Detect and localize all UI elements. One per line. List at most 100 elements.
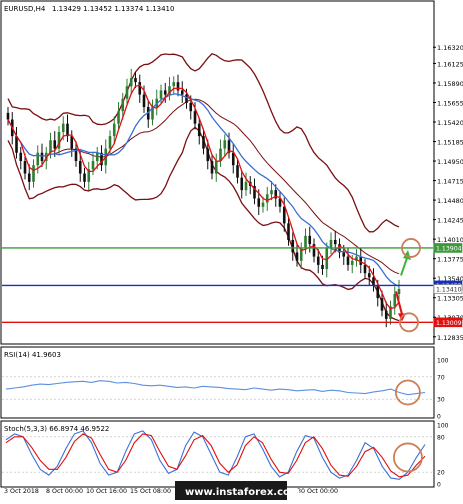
osc-tick-label: 20 <box>437 470 445 477</box>
candle-body <box>66 123 69 137</box>
candle-body <box>53 140 57 149</box>
candle-body <box>261 202 265 207</box>
y-tick-label: 1.14715 <box>437 178 463 186</box>
x-tick-label: 15 Oct 08:00 <box>130 488 171 495</box>
candle-body <box>40 152 44 162</box>
candle-body <box>308 235 312 245</box>
x-tick-label: 10 Oct 16:00 <box>86 488 127 495</box>
y-tick-label: 1.15890 <box>437 80 463 88</box>
candle-body <box>129 77 133 87</box>
y-tick-label: 1.15655 <box>437 99 463 107</box>
candle-body <box>265 194 269 203</box>
candle-body <box>257 198 261 207</box>
candle-body <box>117 111 120 124</box>
candle-body <box>210 161 214 174</box>
y-tick-label: 1.12835 <box>437 334 463 342</box>
candle-body <box>350 260 354 265</box>
candle-body <box>163 90 167 95</box>
candle-body <box>27 173 31 182</box>
candle-body <box>236 165 239 178</box>
candle-body <box>329 239 333 249</box>
y-tick-label: 1.13305 <box>437 295 463 303</box>
y-tick-label: 1.16125 <box>437 60 463 68</box>
x-tick-label: 30 Oct 00:00 <box>297 488 338 495</box>
y-tick-label: 1.14480 <box>437 197 463 205</box>
candle-body <box>206 148 210 162</box>
candle-body <box>23 161 27 174</box>
candle-body <box>295 252 299 261</box>
candle-body <box>15 136 18 153</box>
candle-body <box>333 239 337 245</box>
candle-body <box>214 161 218 174</box>
candle-body <box>197 123 201 137</box>
candle-body <box>78 161 82 174</box>
candle-body <box>321 264 324 270</box>
candle-body <box>121 98 125 112</box>
symbol-label: EURUSD,H4 <box>4 5 46 13</box>
osc-tick-label: 0 <box>437 482 441 489</box>
y-tick-label: 1.14010 <box>437 236 463 244</box>
y-tick-label: 1.14950 <box>437 158 463 166</box>
candle-body <box>304 235 307 249</box>
candle-body <box>202 136 205 149</box>
candle-body <box>172 82 176 87</box>
candle-body <box>61 123 65 132</box>
osc-tick-label: 80 <box>437 434 445 441</box>
y-tick-label: 1.13775 <box>437 256 463 264</box>
candle-body <box>189 102 193 112</box>
price-tag-label-support: 1.13009 <box>436 320 462 327</box>
candle-body <box>6 112 10 120</box>
candle-body <box>393 293 397 307</box>
candle-body <box>19 152 23 162</box>
candle-body <box>384 310 388 319</box>
candle-body <box>112 123 116 137</box>
x-tick-label: 3 Oct 2018 <box>4 488 39 495</box>
candle-body <box>397 288 401 294</box>
y-tick-label: 1.15420 <box>437 119 463 127</box>
candle-body <box>32 165 35 182</box>
candle-body <box>185 94 188 103</box>
candle-body <box>376 285 380 299</box>
candle-body <box>142 94 146 108</box>
osc-tick-label: 100 <box>437 358 449 365</box>
candle-body <box>291 239 295 253</box>
x-tick-label: 8 Oct 00:00 <box>46 488 83 495</box>
candle-body <box>176 82 180 91</box>
candle-body <box>91 161 95 170</box>
candle-body <box>70 136 74 149</box>
candle-body <box>287 223 290 240</box>
price-tag-label-resistance: 1.13904 <box>436 245 462 252</box>
candle-body <box>316 256 320 265</box>
candle-body <box>95 152 99 162</box>
candle-body <box>83 173 86 182</box>
osc-tick-label: 100 <box>437 423 449 430</box>
candle-body <box>342 252 346 257</box>
candle-body <box>159 90 163 99</box>
price-tag-label-last: 1.13410 <box>436 286 462 293</box>
candle-body <box>108 136 112 149</box>
candle-body <box>134 77 137 83</box>
stoch-title: Stoch(5,3,3) 66.8974 46.9522 <box>4 425 109 433</box>
candle-body <box>36 152 40 166</box>
chart-canvas: 1.16320 1.16125 1.15890 1.15655 1.15420 1.151… <box>0 0 463 500</box>
y-tick-label: 1.16320 <box>437 44 463 52</box>
candle-body <box>125 86 129 99</box>
candle-body <box>380 298 384 311</box>
watermark-text: www.instaforex.com <box>185 487 300 498</box>
chart-window: 1.16320 1.16125 1.15890 1.15655 1.15420 1.151… <box>0 0 463 500</box>
candle-body <box>223 140 227 149</box>
osc-tick-label: 30 <box>437 397 445 404</box>
candle-body <box>193 111 197 124</box>
ohlc-readout: 1.13429 1.13452 1.13374 1.13410 <box>52 5 174 13</box>
candle-body <box>372 277 375 286</box>
candle-body <box>244 181 248 191</box>
candle-body <box>367 273 371 278</box>
candle-body <box>231 152 235 166</box>
candle-body <box>180 90 184 95</box>
candle-body <box>240 177 244 191</box>
osc-tick-label: 0 <box>437 414 441 421</box>
candle-body <box>346 256 350 265</box>
candle-body <box>363 264 367 274</box>
osc-tick-label: 70 <box>437 374 445 381</box>
candle-body <box>270 190 273 195</box>
